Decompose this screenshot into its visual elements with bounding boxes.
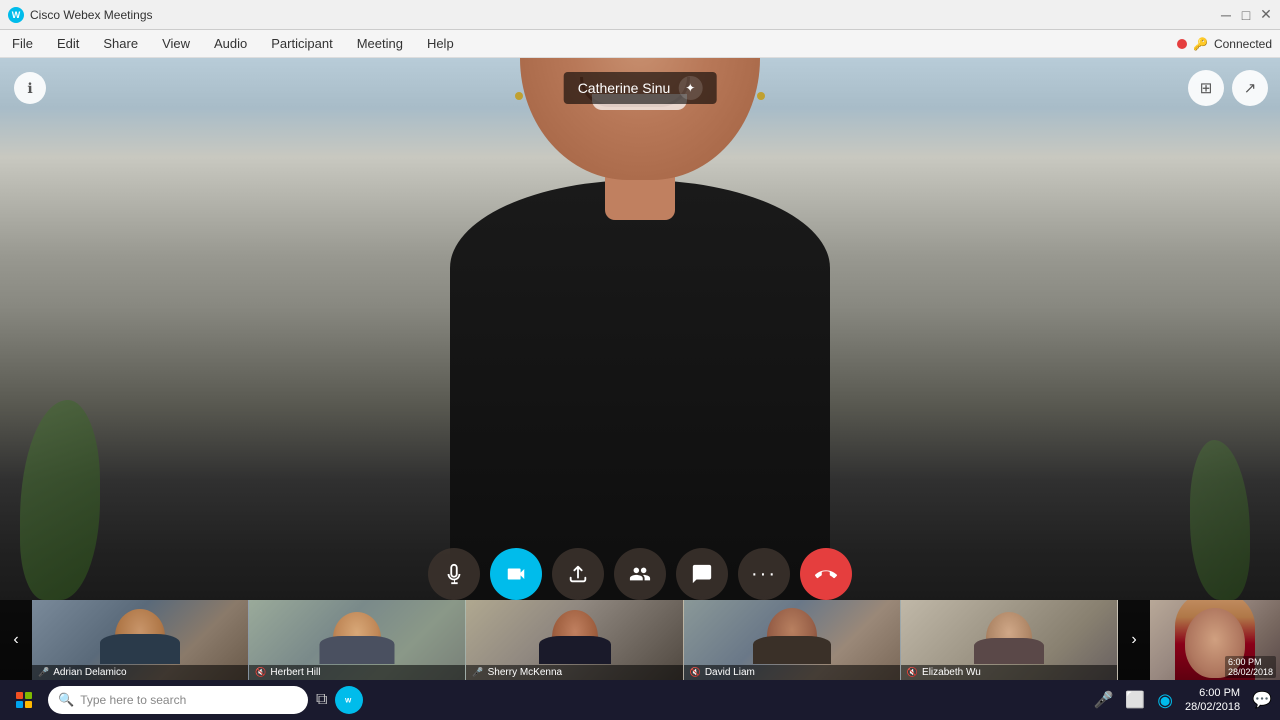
chat-button[interactable] — [676, 548, 728, 600]
taskbar-time-area: 6:00 PM 28/02/2018 — [1185, 686, 1240, 715]
webex-taskbar-icon[interactable]: W — [335, 686, 363, 714]
thumb5-name: Elizabeth Wu — [922, 667, 981, 678]
mute-button[interactable] — [428, 548, 480, 600]
thumb4-label: 🔇 David Liam — [684, 665, 900, 680]
thumb2-label: 🔇 Herbert Hill — [249, 665, 465, 680]
lock-icon: 🔑 — [1193, 37, 1208, 51]
start-button[interactable] — [8, 684, 40, 716]
thumb1-label: 🎤 Adrian Delamico — [32, 665, 248, 680]
thumb1-mic-icon: 🎤 — [38, 667, 49, 678]
title-bar: W Cisco Webex Meetings ─ □ ✕ — [0, 0, 1280, 30]
info-button[interactable]: ℹ — [14, 72, 46, 104]
thumb2-mic-icon: 🔇 — [255, 667, 266, 678]
taskbar: 🔍 Type here to search ⧉ W 🎤 ⬜ ◉ 6:00 PM … — [0, 680, 1280, 720]
self-view: 6:00 PM 28/02/2018 — [1150, 600, 1280, 680]
cortana-icon[interactable]: ◉ — [1157, 690, 1173, 711]
earring-left — [515, 92, 523, 100]
control-bar: ··· — [428, 548, 852, 600]
thumb1-name: Adrian Delamico — [53, 667, 126, 678]
thumbnail-1[interactable]: 🎤 Adrian Delamico — [32, 600, 249, 680]
thumb4-name: David Liam — [705, 667, 755, 678]
speaker-name: Catherine Sinu — [578, 80, 671, 96]
thumbnail-5[interactable]: 🔇 Elizabeth Wu — [901, 600, 1118, 680]
share-icon — [567, 563, 589, 585]
thumb1-body — [100, 634, 180, 664]
title-bar-controls: ─ □ ✕ — [1220, 9, 1272, 21]
menu-view[interactable]: View — [158, 34, 194, 53]
chat-icon — [691, 563, 713, 585]
thumb5-body — [974, 638, 1044, 664]
thumb3-body — [539, 636, 611, 664]
microphone-icon — [443, 563, 465, 585]
record-dot — [1177, 39, 1187, 49]
end-call-icon — [815, 563, 837, 585]
task-view-icon[interactable]: ⧉ — [316, 691, 327, 709]
menu-edit[interactable]: Edit — [53, 34, 83, 53]
mic-taskbar-icon[interactable]: 🎤 — [1093, 690, 1113, 710]
participants-button[interactable] — [614, 548, 666, 600]
maximize-button[interactable]: □ — [1240, 9, 1252, 21]
system-time: 6:00 PM 28/02/2018 — [1185, 686, 1240, 715]
thumb3-mic-icon: 🎤 — [472, 667, 483, 678]
title-bar-left: W Cisco Webex Meetings — [8, 7, 153, 23]
top-right-controls: ⊞ ↗ — [1188, 70, 1268, 106]
thumb3-label: 🎤 Sherry McKenna — [466, 665, 682, 680]
connection-label: Connected — [1214, 37, 1272, 51]
connection-status: 🔑 Connected — [1177, 37, 1272, 51]
menu-bar: File Edit Share View Audio Participant M… — [0, 30, 1280, 58]
video-button[interactable] — [490, 548, 542, 600]
fullscreen-button[interactable]: ↗ — [1232, 70, 1268, 106]
more-dots-icon: ··· — [751, 563, 777, 586]
thumbnail-2[interactable]: 🔇 Herbert Hill — [249, 600, 466, 680]
person-icon — [629, 563, 651, 585]
thumb5-label: 🔇 Elizabeth Wu — [901, 665, 1117, 680]
menu-meeting[interactable]: Meeting — [353, 34, 407, 53]
main-video-area: ℹ Catherine Sinu ✦ ⊞ ↗ — [0, 58, 1280, 680]
speaker-badge: Catherine Sinu ✦ — [564, 72, 717, 104]
thumb3-name: Sherry McKenna — [488, 667, 562, 678]
grid-view-button[interactable]: ⊞ — [1188, 70, 1224, 106]
menu-file[interactable]: File — [8, 34, 37, 53]
end-call-button[interactable] — [800, 548, 852, 600]
menu-share[interactable]: Share — [99, 34, 142, 53]
menu-help[interactable]: Help — [423, 34, 458, 53]
thumb5-mic-icon: 🔇 — [907, 667, 918, 678]
thumbnail-strip: ‹ 🎤 Adrian Delamico — [0, 600, 1280, 680]
menu-participant[interactable]: Participant — [267, 34, 336, 53]
next-thumbnail-button[interactable]: › — [1118, 600, 1150, 680]
svg-text:W: W — [345, 698, 352, 705]
menu-audio[interactable]: Audio — [210, 34, 251, 53]
thumb4-mic-icon: 🔇 — [690, 667, 701, 678]
multitasking-icon[interactable]: ⬜ — [1125, 690, 1145, 710]
share-button[interactable] — [552, 548, 604, 600]
prev-thumbnail-button[interactable]: ‹ — [0, 600, 32, 680]
webex-icon: W — [341, 692, 357, 708]
earring-right — [757, 92, 765, 100]
thumb2-body — [320, 636, 395, 664]
thumb4-body — [753, 636, 831, 664]
windows-logo — [16, 692, 32, 708]
thumb2-name: Herbert Hill — [270, 667, 320, 678]
taskbar-right: 🎤 ⬜ ◉ 6:00 PM 28/02/2018 💬 — [1093, 686, 1272, 715]
notification-icon[interactable]: 💬 — [1252, 690, 1272, 710]
close-button[interactable]: ✕ — [1260, 9, 1272, 21]
minimize-button[interactable]: ─ — [1220, 9, 1232, 21]
search-icon: 🔍 — [58, 692, 74, 708]
thumbnail-4[interactable]: 🔇 David Liam — [684, 600, 901, 680]
app-logo: W — [8, 7, 24, 23]
thumbnails-container: 🎤 Adrian Delamico 🔇 Herbert Hill — [32, 600, 1118, 680]
pin-icon[interactable]: ✦ — [678, 76, 702, 100]
taskbar-search[interactable]: 🔍 Type here to search — [48, 686, 308, 714]
thumbnail-3[interactable]: 🎤 Sherry McKenna — [466, 600, 683, 680]
more-button[interactable]: ··· — [738, 548, 790, 600]
search-placeholder: Type here to search — [80, 693, 186, 707]
self-view-time: 6:00 PM 28/02/2018 — [1225, 656, 1276, 678]
app-title: Cisco Webex Meetings — [30, 8, 153, 22]
camera-icon — [505, 563, 527, 585]
